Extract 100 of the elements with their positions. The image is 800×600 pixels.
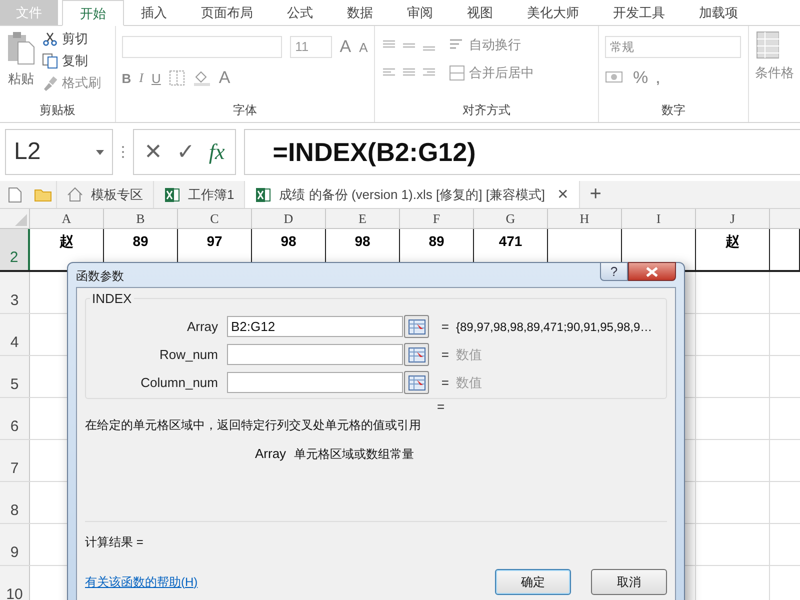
collapse-range-icon (408, 374, 426, 390)
shrink-font-button[interactable]: A (359, 40, 368, 54)
copy-icon (42, 53, 58, 69)
argument-name: Array (255, 446, 286, 463)
document-tab[interactable]: 模板专区 (56, 181, 153, 208)
column-header[interactable]: F (400, 209, 474, 228)
row-header[interactable]: 10 (0, 566, 30, 600)
clipboard-icon (6, 30, 36, 66)
number-format-dropdown[interactable]: 常规 (605, 36, 741, 58)
group-label: 字体 (232, 102, 258, 119)
table-cell: 471 (498, 233, 522, 249)
column-header[interactable]: J (696, 209, 770, 228)
copy-button[interactable]: 复制 (42, 52, 101, 70)
result-label: 计算结果 = (85, 534, 144, 551)
fill-color-icon (192, 70, 211, 86)
close-button[interactable] (628, 262, 676, 281)
argument-label: Column_num (140, 375, 219, 390)
column-header[interactable]: D (252, 209, 326, 228)
column-header[interactable]: C (178, 209, 252, 228)
paste-button[interactable]: 粘贴 (6, 30, 36, 102)
wrap-text-button[interactable]: 自动换行 (448, 36, 521, 54)
ribbon-tab[interactable]: 美化大师 (510, 0, 596, 25)
home-icon (67, 187, 83, 202)
table-grid-icon (755, 30, 780, 60)
percent-button[interactable]: % (633, 68, 648, 88)
grow-font-button[interactable]: A (340, 37, 352, 57)
function-name: INDEX (90, 291, 134, 306)
column-header[interactable]: I (622, 209, 696, 228)
name-box[interactable]: L2 (5, 129, 113, 175)
input-field[interactable] (227, 344, 403, 365)
cancel-button[interactable]: ✕ (144, 139, 162, 165)
table-cell: 98 (354, 233, 370, 249)
font-color-button[interactable]: A (218, 68, 230, 88)
column-header[interactable]: B (104, 209, 178, 228)
merge-icon (448, 65, 465, 81)
row-header[interactable]: 7 (0, 440, 30, 481)
cancel-button[interactable]: 取消 (591, 569, 667, 595)
help-button[interactable]: ? (600, 262, 628, 281)
dropdown-icon (96, 150, 104, 154)
comma-button[interactable]: , (656, 70, 660, 86)
argument-label: Row_num (158, 347, 219, 362)
row-header[interactable]: 6 (0, 398, 30, 439)
table-cell: 98 (280, 233, 296, 249)
row-header[interactable]: 8 (0, 482, 30, 523)
range-select-button[interactable] (404, 343, 429, 366)
input-field[interactable]: B2:G12 (227, 316, 403, 337)
tab-label: 模板专区 (91, 186, 143, 204)
column-header[interactable]: E (326, 209, 400, 228)
argument-result: 数值 (456, 346, 482, 364)
table-cell: 赵 (60, 233, 74, 251)
ribbon-tab[interactable]: 加载项 (682, 0, 755, 25)
ribbon-tab[interactable]: 插入 (124, 0, 184, 25)
group-label: 剪贴板 (38, 102, 76, 119)
range-select-button[interactable] (404, 315, 429, 338)
cut-button[interactable]: 剪切 (42, 30, 101, 48)
ribbon-tab[interactable]: 数据 (330, 0, 390, 25)
format-painter-button[interactable]: 格式刷 (42, 74, 101, 92)
ribbon-tab[interactable]: 开始 (62, 0, 124, 26)
scissors-icon (42, 31, 58, 47)
row-header[interactable]: 2 (0, 229, 30, 270)
collapse-range-icon (408, 346, 426, 362)
help-link[interactable]: 有关该函数的帮助(H) (85, 574, 198, 590)
insert-function-button[interactable]: fx (208, 139, 225, 165)
new-document-icon[interactable] (8, 186, 22, 202)
close-icon (646, 266, 658, 276)
equals-sign: = (440, 347, 449, 362)
column-header[interactable]: H (548, 209, 622, 228)
close-tab-button[interactable]: ✕ (557, 186, 569, 203)
column-header[interactable]: A (30, 209, 104, 228)
ribbon-tab[interactable]: 开发工具 (596, 0, 682, 25)
ribbon-tab[interactable]: 公式 (270, 0, 330, 25)
equals-sign: = (440, 319, 449, 334)
row-header[interactable]: 5 (0, 356, 30, 397)
ok-button[interactable]: 确定 (495, 569, 571, 595)
input-field[interactable] (227, 372, 403, 393)
row-header[interactable]: 3 (0, 272, 30, 313)
ribbon-tab[interactable]: 审阅 (390, 0, 450, 25)
enter-button[interactable]: ✓ (176, 139, 195, 165)
folder-icon[interactable] (34, 188, 52, 202)
ribbon-tab[interactable]: 视图 (450, 0, 510, 25)
bold-button[interactable]: B (122, 70, 132, 86)
equals-sign: = (437, 399, 445, 414)
conditional-format-label[interactable]: 条件格 (755, 64, 794, 82)
formula-field[interactable]: =INDEX(B2:G12) (244, 129, 800, 175)
collapse-range-icon (408, 318, 426, 334)
ribbon-tab[interactable]: 页面布局 (184, 0, 270, 25)
tab-label: 成绩 的备份 (version 1).xls [修复的] [兼容模式] (279, 186, 546, 204)
underline-button[interactable]: U (152, 70, 161, 86)
row-header[interactable]: 4 (0, 314, 30, 355)
document-tab[interactable]: 成绩 的备份 (version 1).xls [修复的] [兼容模式] ✕ (244, 181, 579, 208)
new-tab-button[interactable]: + (578, 181, 612, 208)
column-header[interactable]: G (474, 209, 548, 228)
merge-center-button[interactable]: 合并后居中 (448, 64, 534, 82)
row-header[interactable]: 9 (0, 524, 30, 565)
italic-button[interactable]: I (139, 70, 144, 86)
range-select-button[interactable] (404, 371, 429, 394)
group-label: 数字 (660, 102, 686, 119)
spreadsheet-icon (164, 186, 180, 202)
argument-description: 单元格区域或数组常量 (294, 446, 414, 463)
grip-icon (121, 145, 125, 159)
